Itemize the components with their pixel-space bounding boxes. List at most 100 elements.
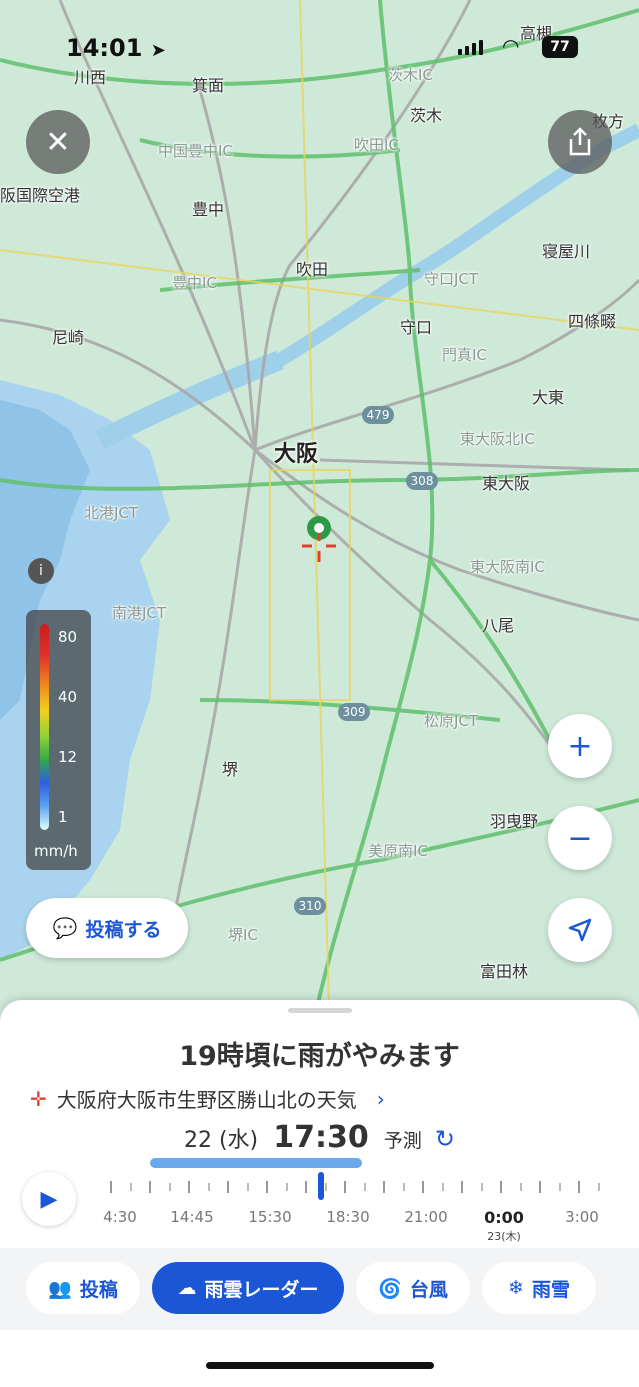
timeline-tick: [344, 1181, 346, 1193]
post-report-button[interactable]: 💬 投稿する: [26, 898, 188, 958]
tab-label: 投稿: [79, 1278, 118, 1301]
map-label: 吹田: [296, 260, 329, 279]
chevron-right-icon: ›: [376, 1086, 385, 1111]
map-label: 富田林: [480, 962, 529, 981]
map-label: 中国豊中IC: [158, 142, 233, 160]
map-label: 茨木: [410, 106, 443, 125]
timeline-cursor[interactable]: [318, 1172, 324, 1200]
timeline-tick: [519, 1183, 522, 1191]
map-label: 四條畷: [568, 312, 617, 331]
loaded-range-bar: [150, 1158, 362, 1168]
timeline-tick: [480, 1183, 483, 1191]
battery-level: 77: [550, 39, 570, 55]
status-bar: 14:01 ➤ ◠ 77: [0, 0, 639, 90]
tab-post[interactable]: 👥 投稿: [26, 1262, 140, 1314]
map-label: 東大阪南IC: [470, 558, 545, 576]
location-link[interactable]: ✛ 大阪府大阪市生野区勝山北の天気 ›: [30, 1084, 385, 1113]
status-time-text: 14:01: [66, 34, 143, 62]
map-label: 堺IC: [228, 926, 258, 944]
route-shield-308: 308: [411, 474, 434, 488]
timeline-tick: [207, 1183, 210, 1191]
wifi-icon: ◠: [502, 34, 520, 58]
timeline-label: 14:45: [170, 1208, 214, 1226]
tab-rain-radar[interactable]: ☁ 雨雲レーダー: [152, 1262, 344, 1314]
layer-tabs: 👥 投稿 ☁ 雨雲レーダー 🌀 台風 ❄ 雨雪: [0, 1248, 639, 1330]
timeline-label: 3:00: [565, 1208, 599, 1226]
tab-rain-snow[interactable]: ❄ 雨雪: [482, 1262, 596, 1314]
map-label: 守口: [400, 318, 433, 337]
timeline-tick: [363, 1183, 366, 1191]
timeline-tick: [285, 1183, 288, 1191]
post-icon: 💬: [52, 916, 78, 940]
share-icon: [569, 127, 591, 156]
legend-value: 40: [58, 688, 78, 706]
map-label: 東大阪: [482, 474, 531, 493]
zoom-out-button[interactable]: −: [548, 806, 612, 870]
target-icon: ✛: [30, 1086, 47, 1111]
map-label: 羽曳野: [490, 812, 539, 831]
timeline-label: 4:30: [103, 1208, 137, 1226]
map-label: 北港JCT: [84, 504, 139, 522]
forecast-date: 22 (水): [183, 1128, 259, 1153]
play-button[interactable]: ▶: [22, 1172, 76, 1226]
timeline-tick: [266, 1181, 268, 1193]
timeline-label: 18:30: [326, 1208, 370, 1226]
timeline-tick: [402, 1183, 405, 1191]
navigation-arrow-icon: [568, 918, 592, 942]
timeline-tick: [129, 1183, 132, 1191]
location-arrow-icon: ➤: [150, 40, 166, 61]
refresh-icon[interactable]: ↻: [435, 1125, 455, 1153]
info-button[interactable]: i: [28, 558, 54, 584]
timeline-next-day: 23(木): [487, 1230, 521, 1243]
legend-value: 12: [58, 748, 78, 766]
snow-icon: ❄: [508, 1277, 524, 1299]
tab-label: 台風: [409, 1278, 448, 1301]
timeline-ticks[interactable]: [110, 1178, 620, 1198]
current-location-button[interactable]: [548, 898, 612, 962]
map-label: 美原南IC: [368, 842, 428, 860]
post-report-label: 投稿する: [85, 918, 162, 941]
timeline-tick: [168, 1183, 171, 1191]
signal-icon: [458, 40, 483, 55]
timeline-tick: [324, 1183, 327, 1191]
timeline-tick: [578, 1181, 580, 1193]
map-label: 門真IC: [442, 346, 487, 364]
map-label: 南港JCT: [112, 604, 167, 622]
people-icon: 👥: [48, 1277, 72, 1300]
location-name: 大阪府大阪市生野区勝山北の天気: [56, 1088, 357, 1112]
timeline-tick: [246, 1183, 249, 1191]
home-indicator: [206, 1362, 434, 1369]
map-label: 堺: [222, 760, 239, 779]
zoom-in-button[interactable]: +: [548, 714, 612, 778]
map-label: 松原JCT: [424, 712, 479, 730]
forecast-mode: 予測: [383, 1130, 422, 1152]
radar-map[interactable]: 479 308 309 310 高槻 川西 箕面 茨木IC 茨木 枚方 中国豊中…: [0, 0, 639, 1040]
route-shield-309: 309: [343, 705, 366, 719]
weather-bottom-sheet[interactable]: 19時頃に雨がやみます ✛ 大阪府大阪市生野区勝山北の天気 › 22 (水) 1…: [0, 1000, 639, 1387]
forecast-datetime: 22 (水) 17:30 予測 ↻: [0, 1120, 639, 1155]
tab-typhoon[interactable]: 🌀 台風: [356, 1262, 470, 1314]
rain-cloud-icon: ☁: [177, 1277, 197, 1299]
map-label: 尼崎: [52, 328, 85, 347]
sheet-drag-handle[interactable]: [288, 1008, 352, 1013]
minus-icon: −: [567, 820, 593, 856]
map-label: 阪国際空港: [0, 186, 81, 205]
typhoon-icon: 🌀: [378, 1277, 402, 1300]
timeline-tick: [441, 1183, 444, 1191]
timeline-tick: [558, 1183, 561, 1191]
share-button[interactable]: [548, 110, 612, 174]
close-button[interactable]: ✕: [26, 110, 90, 174]
map-label: 八尾: [482, 616, 515, 635]
status-time: 14:01 ➤: [66, 34, 166, 62]
battery-icon: 77: [542, 36, 578, 58]
timeline-tick: [383, 1181, 385, 1193]
timeline-tick: [227, 1181, 229, 1193]
map-label-city-center: 大阪: [274, 442, 319, 467]
info-icon: i: [39, 563, 43, 579]
rain-legend-gradient: [40, 624, 49, 830]
map-label: 東大阪北IC: [460, 430, 535, 448]
timeline-label: 15:30: [248, 1208, 292, 1226]
forecast-headline: 19時頃に雨がやみます: [179, 1041, 460, 1072]
legend-value: 1: [58, 808, 68, 826]
map-label: 大東: [532, 388, 565, 407]
